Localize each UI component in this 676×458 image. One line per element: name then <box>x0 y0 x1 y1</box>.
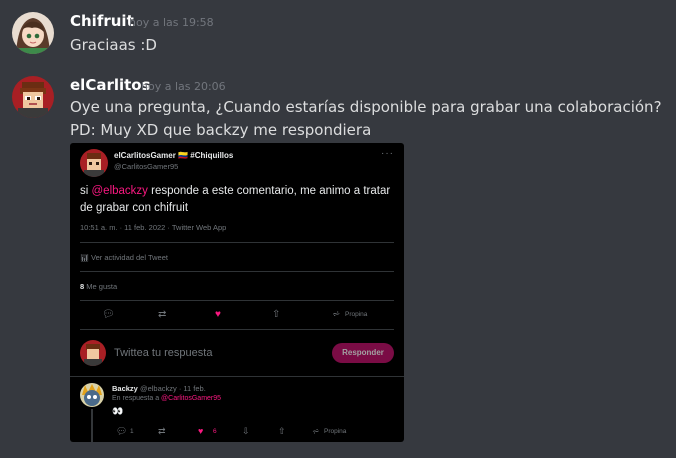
heart-icon: ♥ <box>198 426 204 436</box>
reply-author: Backzy @elbackzy · 11 feb. <box>112 384 206 393</box>
likes-label: Me gusta <box>86 282 118 291</box>
divider <box>80 329 394 330</box>
heart-icon: ♥ <box>215 309 221 320</box>
reply-icon: 💬︎ <box>116 426 128 436</box>
divider <box>80 242 394 243</box>
reply-count: 1 <box>130 428 134 435</box>
tip-label: Propina <box>345 311 368 318</box>
tweet-image[interactable]: elCarlitosGamer 🇨🇴 #Chiquillos @Carlitos… <box>70 143 404 442</box>
reply-input: Twittea tu respuesta <box>114 347 213 359</box>
message-text: Graciaas :D <box>70 36 157 54</box>
in-reply-prefix: En respuesta a <box>112 395 162 402</box>
username[interactable]: elCarlitos <box>70 76 151 94</box>
share-icon: ⇧ <box>272 309 281 320</box>
tweet-mention: @elbackzy <box>91 185 148 197</box>
tweet-author-name: elCarlitosGamer 🇨🇴 #Chiquillos <box>114 151 233 160</box>
activity-icon: 📊︎ <box>80 255 89 262</box>
reply-author-name: Backzy <box>112 384 138 393</box>
divider <box>80 300 394 301</box>
timestamp: hoy a las 19:58 <box>129 16 214 29</box>
author-tag: #Chiquillos <box>190 151 234 160</box>
message-text: PD: Muy XD que backzy me respondiera <box>70 121 372 139</box>
message-text: Oye una pregunta, ¿Cuando estarías dispo… <box>70 98 662 116</box>
tweet-likes: 8 Me gusta <box>80 282 117 291</box>
like-count: 6 <box>213 428 217 435</box>
tweet-text-prefix: si <box>80 185 92 197</box>
author-name: elCarlitosGamer <box>114 151 176 160</box>
flag-icon: 🇨🇴 <box>178 151 189 160</box>
retweet-icon: ⇄ <box>158 309 167 320</box>
tweet-author-avatar <box>80 149 108 177</box>
avatar[interactable] <box>12 76 54 118</box>
in-reply-to: En respuesta a @CarlitosGamer95 <box>112 395 221 402</box>
tip-icon: ⩫ <box>332 309 341 320</box>
username[interactable]: Chifruit <box>70 12 134 30</box>
tweet-activity: 📊︎ Ver actividad del Tweet <box>80 253 168 262</box>
share-icon: ⇧ <box>278 426 286 436</box>
tip-icon: ⩫ <box>312 426 320 436</box>
likes-count: 8 <box>80 282 85 291</box>
reply-button: Responder <box>332 343 394 363</box>
tip-label: Propina <box>324 428 347 435</box>
reply-text: 👀 <box>112 406 124 416</box>
in-reply-handle: @CarlitosGamer95 <box>161 395 222 402</box>
more-options-icon: ··· <box>381 148 394 159</box>
divider <box>80 271 394 272</box>
reply-user-avatar <box>80 340 106 366</box>
avatar[interactable] <box>12 12 54 54</box>
reply-icon: 💬︎ <box>102 309 115 320</box>
timestamp: hoy a las 20:06 <box>141 80 226 93</box>
tweet-author-handle: @CarlitosGamer95 <box>114 162 179 171</box>
backzy-avatar <box>80 383 104 407</box>
retweet-icon: ⇄ <box>158 426 166 436</box>
tweet-meta: 10:51 a. m. · 11 feb. 2022 · Twitter Web… <box>80 223 227 232</box>
download-icon: ⇩ <box>242 426 250 436</box>
reply-actions: 💬︎ 1 ⇄ ♥ 6 ⇩ ⇧ ⩫ Propina <box>70 426 404 440</box>
divider <box>70 376 404 377</box>
tweet-actions: 💬︎ ⇄ ♥ ⇧ ⩫ Propina <box>70 309 404 323</box>
reply-author-handle: @elbackzy · 11 feb. <box>139 384 206 393</box>
activity-label: Ver actividad del Tweet <box>90 253 168 262</box>
tweet-text: si @elbackzy responde a este comentario,… <box>80 183 400 217</box>
